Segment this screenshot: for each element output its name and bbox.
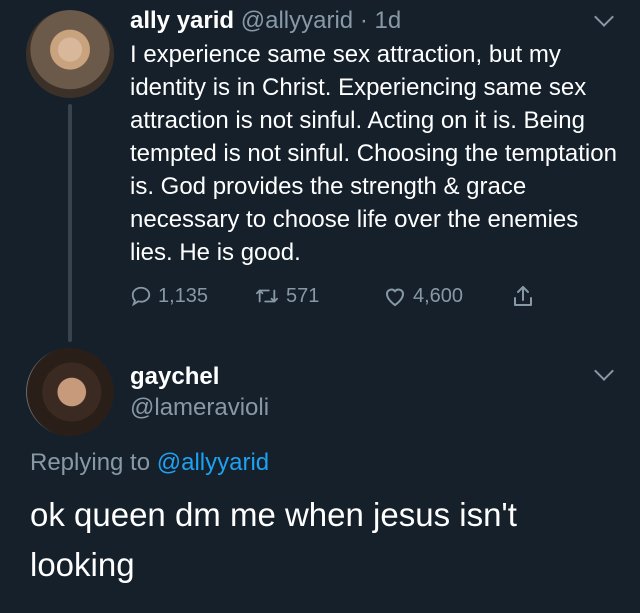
replying-to-label: Replying to [30, 449, 151, 476]
heart-icon [385, 288, 405, 307]
display-name[interactable]: gaychel [130, 362, 219, 392]
like-button[interactable]: 4,600 [383, 281, 463, 311]
chevron-down-icon[interactable] [594, 361, 614, 381]
tweet-text: I experience same sex attraction, but my… [130, 41, 617, 266]
retweet-button[interactable]: 571 [254, 281, 319, 311]
handle[interactable]: @allyyarid [241, 7, 353, 34]
display-name[interactable]: ally yarid [130, 7, 234, 34]
avatar[interactable] [26, 10, 114, 98]
tweet-header: ally yarid @allyyarid · 1d [130, 6, 401, 36]
replying-to: Replying to @allyyarid [30, 448, 269, 478]
reply-count: 1,135 [158, 284, 209, 307]
like-count: 4,600 [413, 284, 464, 307]
retweet-count: 571 [286, 284, 320, 307]
reply-icon [131, 286, 151, 307]
avatar[interactable] [26, 348, 114, 436]
retweet-icon [255, 289, 278, 303]
chevron-down-icon[interactable] [594, 7, 614, 27]
tweet-text: ok queen dm me when jesus isn't looking [30, 496, 517, 583]
share-button[interactable] [512, 281, 540, 311]
handle[interactable]: @lameravioli [130, 393, 269, 423]
reply-button[interactable]: 1,135 [130, 281, 208, 311]
timestamp[interactable]: · 1d [360, 7, 401, 34]
replying-to-link[interactable]: @allyyarid [157, 449, 269, 476]
share-icon [514, 286, 532, 306]
thread-line [68, 104, 72, 342]
